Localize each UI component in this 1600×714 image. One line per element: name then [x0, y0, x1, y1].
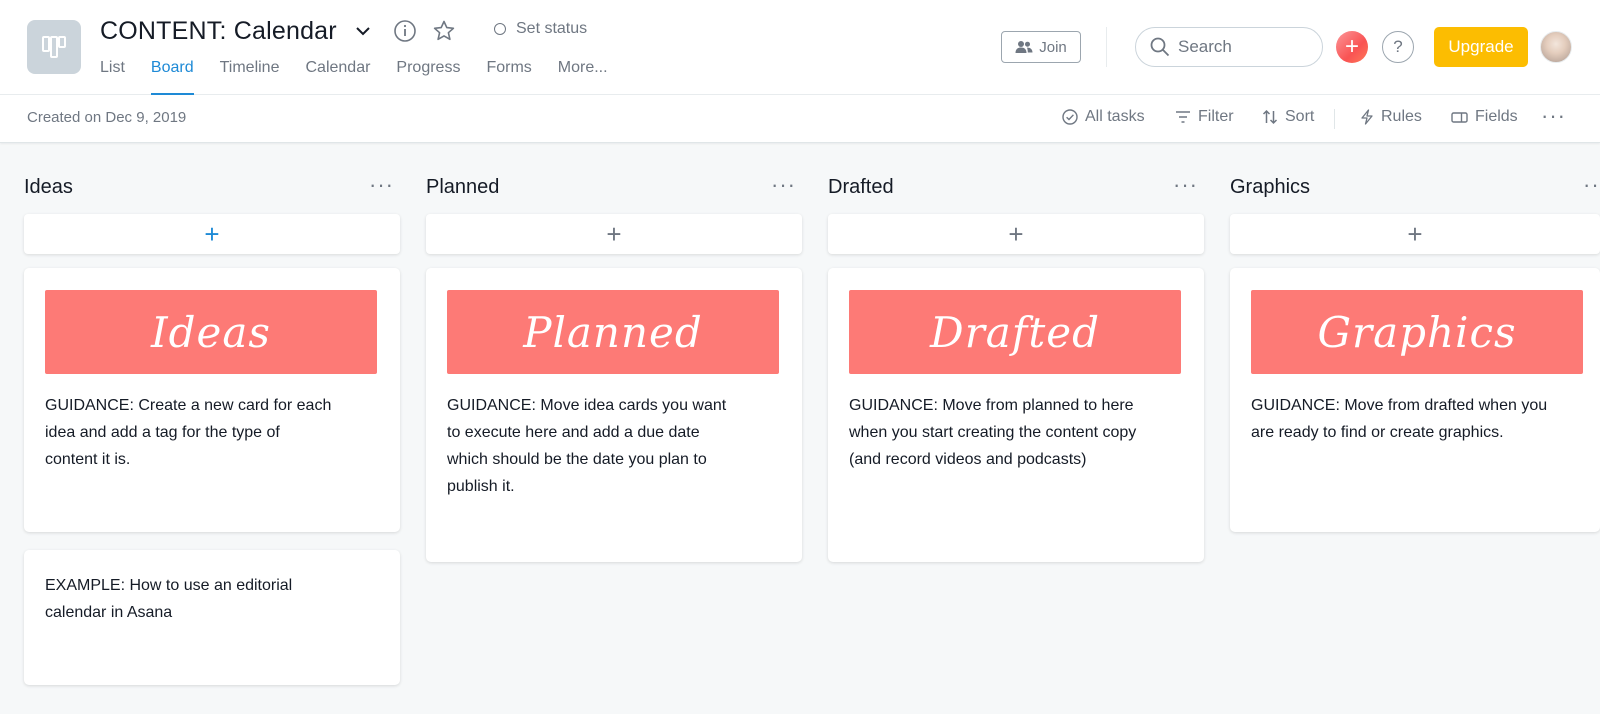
filter-icon	[1176, 111, 1190, 123]
column-title: Drafted	[828, 176, 894, 198]
filter-label: Filter	[1198, 108, 1234, 125]
add-task-button[interactable]: +	[426, 214, 802, 254]
search-icon	[1150, 37, 1170, 57]
tab-forms[interactable]: Forms	[486, 56, 531, 95]
board-project-icon[interactable]	[27, 20, 81, 74]
guidance-card[interactable]: Planned GUIDANCE: Move idea cards you wa…	[426, 268, 802, 562]
header-divider	[1106, 27, 1107, 67]
sort-icon	[1262, 109, 1278, 125]
fields-button[interactable]: Fields	[1451, 108, 1518, 126]
guidance-card[interactable]: Ideas GUIDANCE: Create a new card for ea…	[24, 268, 400, 532]
fields-label: Fields	[1475, 108, 1518, 125]
card-text: GUIDANCE: Move idea cards you want to ex…	[447, 397, 727, 495]
tab-progress[interactable]: Progress	[396, 56, 460, 95]
sort-button[interactable]: Sort	[1262, 108, 1314, 126]
title-row: CONTENT: Calendar	[100, 14, 456, 48]
card-text: GUIDANCE: Move from planned to here when…	[849, 397, 1137, 468]
view-tabs: List Board Timeline Calendar Progress Fo…	[100, 56, 634, 95]
card-cover-banner: Graphics	[1251, 290, 1583, 374]
search-input[interactable]: Search	[1135, 27, 1323, 67]
chevron-down-icon[interactable]	[355, 26, 371, 36]
column-more-icon[interactable]: ···	[771, 172, 796, 198]
column-more-icon[interactable]: ···	[1173, 172, 1198, 198]
search-placeholder: Search	[1178, 37, 1232, 56]
status-circle-icon	[494, 23, 506, 35]
filter-button[interactable]: Filter	[1175, 108, 1234, 126]
column-title: Planned	[426, 176, 500, 198]
column-title: Graphics	[1230, 176, 1311, 198]
avatar[interactable]	[1540, 31, 1572, 63]
card-text: GUIDANCE: Move from drafted when you are…	[1251, 397, 1548, 441]
column-more-icon[interactable]: ···	[1583, 172, 1600, 198]
people-icon	[1015, 41, 1033, 53]
add-task-button[interactable]: +	[828, 214, 1204, 254]
tab-calendar[interactable]: Calendar	[305, 56, 370, 95]
add-task-button[interactable]: +	[1230, 214, 1600, 254]
card-cover-banner: Planned	[447, 290, 779, 374]
set-status-label: Set status	[516, 20, 588, 37]
all-tasks-label: All tasks	[1085, 108, 1145, 125]
tab-list[interactable]: List	[100, 56, 125, 95]
column-more-icon[interactable]: ···	[369, 172, 394, 198]
join-button[interactable]: Join	[1001, 31, 1081, 63]
card-text: EXAMPLE: How to use an editorial calenda…	[45, 577, 293, 621]
upgrade-button[interactable]: Upgrade	[1434, 27, 1528, 67]
lightning-icon	[1361, 109, 1373, 125]
check-circle-icon	[1062, 109, 1078, 125]
board-icon	[42, 36, 66, 58]
sort-label: Sort	[1285, 108, 1315, 125]
join-label: Join	[1039, 38, 1067, 56]
more-options-icon[interactable]: ···	[1541, 103, 1566, 129]
guidance-card[interactable]: Drafted GUIDANCE: Move from planned to h…	[828, 268, 1204, 562]
guidance-card[interactable]: Graphics GUIDANCE: Move from drafted whe…	[1230, 268, 1600, 532]
project-title: CONTENT: Calendar	[100, 16, 337, 45]
help-button[interactable]: ?	[1382, 31, 1414, 63]
card-text: GUIDANCE: Create a new card for each ide…	[45, 397, 332, 468]
tab-timeline[interactable]: Timeline	[220, 56, 280, 95]
tab-more[interactable]: More...	[558, 56, 608, 95]
tab-board[interactable]: Board	[150, 56, 194, 95]
set-status-button[interactable]: Set status	[494, 20, 587, 38]
column-title: Ideas	[24, 176, 73, 198]
info-icon[interactable]	[393, 19, 417, 43]
created-date: Created on Dec 9, 2019	[27, 109, 187, 126]
card-cover-banner: Drafted	[849, 290, 1181, 374]
star-icon[interactable]	[432, 19, 456, 43]
quick-add-button[interactable]: +	[1336, 31, 1368, 63]
rules-button[interactable]: Rules	[1360, 108, 1422, 126]
fields-icon	[1451, 111, 1468, 123]
rules-label: Rules	[1381, 108, 1422, 125]
all-tasks-button[interactable]: All tasks	[1062, 108, 1145, 126]
card-cover-banner: Ideas	[45, 290, 377, 374]
example-card[interactable]: EXAMPLE: How to use an editorial calenda…	[24, 550, 400, 685]
toolbar-divider	[1334, 109, 1335, 129]
board-toolbar: Created on Dec 9, 2019 All tasks Filter …	[0, 95, 1600, 143]
add-task-button[interactable]: +	[24, 214, 400, 254]
project-header: CONTENT: Calendar Set status List Board …	[0, 0, 1600, 95]
